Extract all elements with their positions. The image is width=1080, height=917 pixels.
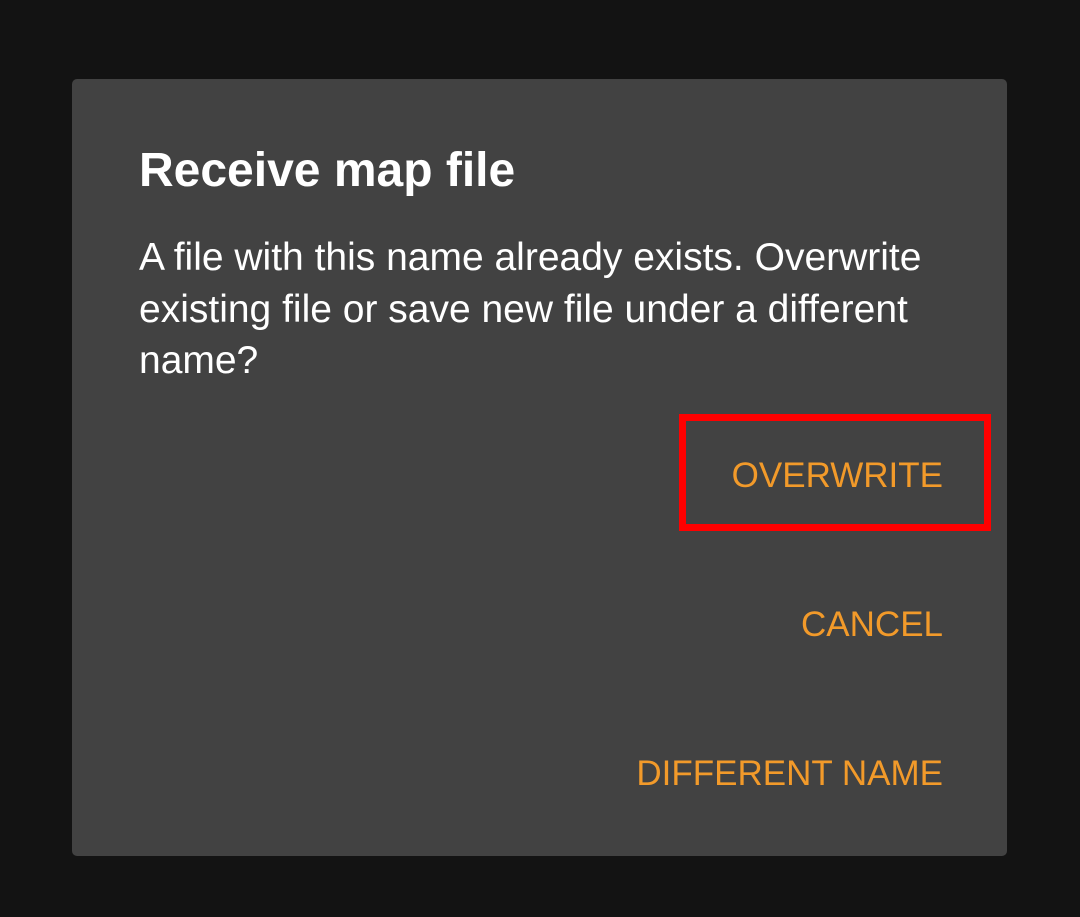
receive-map-file-dialog: Receive map file A file with this name a…	[72, 79, 1007, 856]
dialog-message: A file with this name already exists. Ov…	[139, 236, 922, 382]
overwrite-button[interactable]: OVERWRITE	[732, 454, 943, 498]
dialog-title: Receive map file	[139, 144, 516, 197]
cancel-button[interactable]: CANCEL	[801, 603, 943, 647]
different-name-button[interactable]: DIFFERENT NAME	[636, 752, 943, 796]
